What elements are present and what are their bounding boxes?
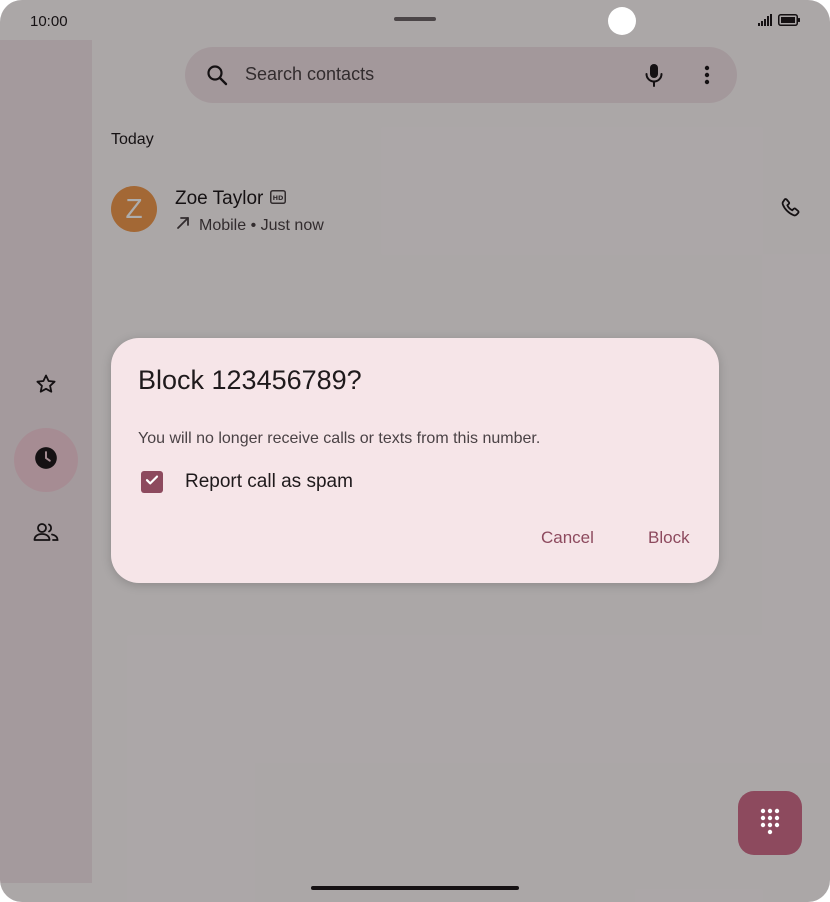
- cancel-button[interactable]: Cancel: [541, 524, 594, 552]
- dialog-title: Block 123456789?: [138, 365, 362, 395]
- checkmark-icon: [144, 472, 160, 493]
- report-spam-checkbox[interactable]: [141, 471, 163, 493]
- dialpad-button[interactable]: [738, 791, 802, 855]
- dialpad-icon: [758, 807, 782, 840]
- device-screen: 10:00 Search contacts Today Z Zoe Taylor…: [0, 0, 830, 902]
- report-spam-label[interactable]: Report call as spam: [185, 471, 353, 493]
- block-number-dialog: Block 123456789? You will no longer rece…: [111, 338, 719, 583]
- camera-cutout: [608, 7, 636, 35]
- dialog-message: You will no longer receive calls or text…: [138, 430, 541, 447]
- block-button[interactable]: Block: [648, 524, 690, 552]
